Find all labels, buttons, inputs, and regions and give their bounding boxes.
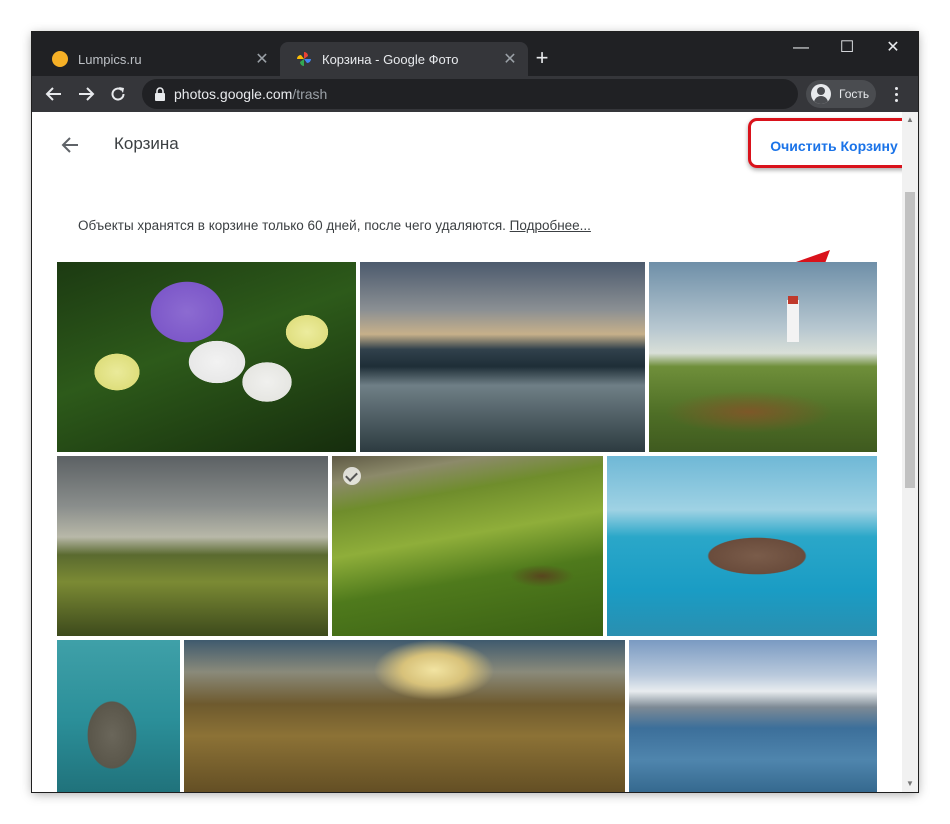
scroll-thumb[interactable] (905, 192, 915, 488)
reload-button[interactable] (104, 80, 132, 108)
reload-icon (111, 87, 125, 101)
guest-avatar-icon (811, 84, 831, 104)
back-arrow-button[interactable] (58, 132, 84, 158)
maximize-icon[interactable]: ☐ (824, 38, 870, 58)
info-message: Объекты хранятся в корзине только 60 дне… (78, 218, 506, 233)
photo-mountain-lake-boat[interactable] (360, 262, 645, 452)
minimize-icon[interactable]: — (778, 38, 824, 58)
url-path: /trash (292, 86, 328, 102)
photo-snowy-mountains-lake[interactable] (629, 640, 877, 792)
tab-title: Lumpics.ru (78, 51, 142, 67)
page-content: Корзина Очистить Корзину Объекты хранятс… (32, 112, 918, 792)
scrollbar[interactable]: ▲ ▼ (902, 112, 918, 792)
photo-lighthouse-field[interactable] (649, 262, 877, 452)
scroll-up-icon[interactable]: ▲ (902, 112, 918, 128)
profile-button[interactable]: Гость (806, 80, 876, 108)
close-tab-icon[interactable]: ✕ (500, 49, 520, 69)
select-check-icon[interactable] (343, 467, 361, 485)
back-button[interactable] (40, 80, 68, 108)
browser-toolbar: photos.google.com /trash Гость (32, 76, 918, 112)
lighthouse-top (788, 296, 798, 304)
forward-button[interactable] (72, 80, 100, 108)
lighthouse-shape (787, 300, 799, 342)
photo-baby-hippo[interactable] (57, 640, 180, 792)
learn-more-link[interactable]: Подробнее... (510, 218, 591, 233)
arrow-left-icon (61, 137, 78, 153)
lock-icon (155, 87, 165, 101)
page-title: Корзина (114, 134, 179, 153)
photo-green-hills[interactable] (332, 456, 603, 636)
tab-title: Корзина - Google Фото (322, 51, 459, 67)
back-arrow-icon (45, 87, 61, 101)
google-photos-icon (296, 51, 312, 67)
close-window-icon[interactable]: ✕ (870, 38, 916, 58)
tab-strip: Lumpics.ru ✕ Корзина - Google Фото ✕ + —… (32, 32, 918, 76)
profile-label: Гость (839, 87, 870, 101)
tab-lumpics[interactable]: Lumpics.ru ✕ (36, 42, 280, 76)
close-tab-icon[interactable]: ✕ (252, 49, 272, 69)
browser-window: Lumpics.ru ✕ Корзина - Google Фото ✕ + —… (32, 32, 918, 792)
url-host: photos.google.com (174, 86, 293, 102)
photo-blue-sea-rocks[interactable] (607, 456, 877, 636)
trash-info-text: Объекты хранятся в корзине только 60 дне… (78, 218, 591, 233)
photo-crocus-flowers[interactable] (57, 262, 356, 452)
new-tab-button[interactable]: + (530, 46, 554, 70)
photo-green-valley[interactable] (57, 456, 328, 636)
lumpics-favicon-icon (52, 51, 68, 67)
tab-google-photos-trash[interactable]: Корзина - Google Фото ✕ (280, 42, 528, 76)
highlight-frame (748, 118, 916, 168)
forward-arrow-icon (79, 87, 95, 101)
address-bar[interactable]: photos.google.com /trash (142, 79, 798, 109)
photo-golden-valley[interactable] (184, 640, 625, 792)
scroll-down-icon[interactable]: ▼ (902, 776, 918, 792)
menu-dots-icon[interactable] (884, 80, 908, 108)
